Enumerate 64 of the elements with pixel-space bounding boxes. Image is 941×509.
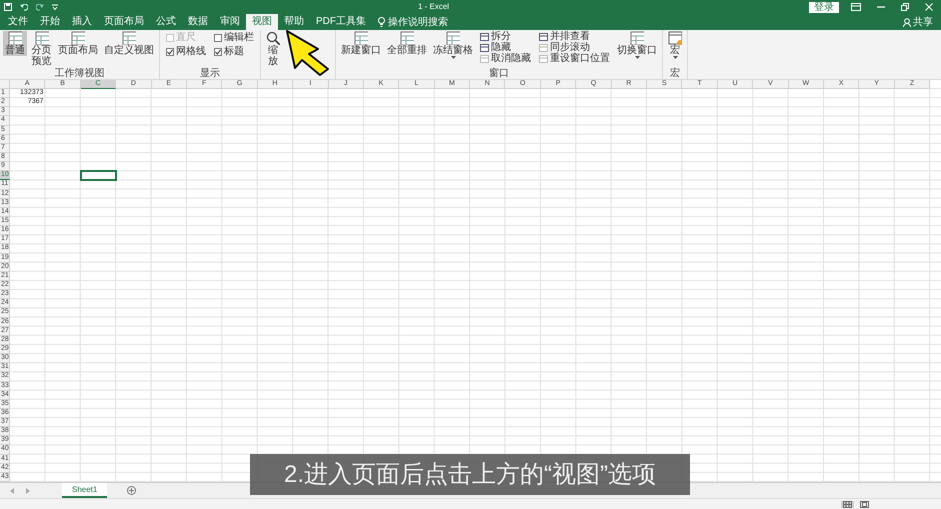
save-icon[interactable] — [4, 3, 12, 11]
ribbon-tab[interactable]: 公式 — [150, 14, 182, 30]
magnifier-icon — [266, 31, 280, 45]
undo-icon[interactable] — [20, 4, 28, 10]
active-cell[interactable] — [80, 171, 116, 180]
person-icon — [903, 18, 911, 26]
caret-icon — [450, 56, 456, 59]
window-title: 1 - Excel — [416, 1, 450, 13]
sheet-tab[interactable]: Sheet1 — [62, 483, 108, 498]
group-label: 工作簿视图 — [54, 68, 106, 79]
window-icon — [480, 32, 489, 40]
window-icon — [539, 44, 548, 52]
ribbon-button[interactable]: 并排查看 — [536, 31, 613, 42]
checkmark-icon — [215, 49, 221, 55]
ribbon-button[interactable]: 拆分 — [477, 31, 534, 42]
group-label: 显示 — [199, 68, 221, 79]
ribbon-button[interactable]: 页面布局 — [56, 31, 100, 56]
caret-icon — [672, 56, 678, 59]
add-sheet-button[interactable] — [127, 486, 136, 495]
ribbon-tab[interactable]: 页面布局 — [98, 14, 150, 30]
ribbon-button[interactable]: 全部重排 — [385, 31, 429, 56]
window-icon — [480, 54, 489, 62]
normal-view-button[interactable] — [841, 500, 854, 508]
checkbox[interactable]: 编辑栏 — [211, 31, 257, 45]
checkbox[interactable]: 标题 — [211, 45, 257, 59]
ribbon-button[interactable]: 宏 — [666, 31, 684, 59]
ribbon-button[interactable]: 冻结窗格 — [431, 31, 475, 59]
group-label: 窗口 — [488, 68, 510, 79]
ribbon-button[interactable]: 缩放 — [264, 31, 282, 67]
tell-me-search[interactable]: 操作说明搜索 — [378, 14, 448, 30]
ribbon-tab[interactable]: PDF工具集 — [310, 14, 372, 30]
ribbon-button[interactable]: 分页预览 — [29, 31, 54, 67]
close-icon[interactable] — [925, 3, 933, 11]
caret-icon — [634, 56, 640, 59]
ribbon-tab[interactable]: 开始 — [34, 14, 66, 30]
page-icon[interactable] — [860, 500, 869, 508]
window-icon — [480, 44, 489, 52]
lightbulb-icon — [378, 17, 385, 27]
restore-icon[interactable] — [901, 3, 909, 11]
ribbon-button[interactable]: 切换窗口 — [615, 31, 659, 59]
group-label: 宏 — [669, 68, 681, 79]
subtitle-caption: 2.进入页面后点击上方的“视图”选项 — [250, 454, 690, 495]
ribbon-button[interactable]: 新建窗口 — [339, 31, 383, 56]
ribbon-button[interactable]: 自定义视图 — [102, 31, 156, 56]
ribbon-display-icon[interactable] — [851, 3, 861, 11]
checkbox[interactable]: 网格线 — [163, 45, 209, 59]
ribbon-tab[interactable]: 插入 — [66, 14, 98, 30]
sign-in-button[interactable]: 登录 — [809, 2, 839, 12]
ribbon-tab[interactable]: 视图 — [246, 14, 278, 30]
window-icon — [539, 32, 548, 40]
share-button[interactable]: 共享 — [895, 14, 941, 30]
grid-icon[interactable] — [843, 500, 852, 508]
window-icon — [539, 54, 548, 62]
checkmark-icon — [167, 49, 173, 55]
customize-caret-icon[interactable] — [52, 4, 58, 10]
page-layout-view-button[interactable] — [858, 500, 871, 508]
ribbon-tab[interactable]: 数据 — [182, 14, 214, 30]
pointer-arrow-icon — [284, 29, 330, 77]
redo-icon[interactable] — [36, 4, 44, 10]
ribbon-button[interactable]: 隐藏 — [477, 42, 534, 53]
ribbon-tab[interactable]: 审阅 — [214, 14, 246, 30]
ribbon-tab[interactable]: 文件 — [2, 14, 34, 30]
ribbon-button[interactable]: 普通 — [3, 31, 27, 56]
ribbon-tab[interactable]: 帮助 — [278, 14, 310, 30]
